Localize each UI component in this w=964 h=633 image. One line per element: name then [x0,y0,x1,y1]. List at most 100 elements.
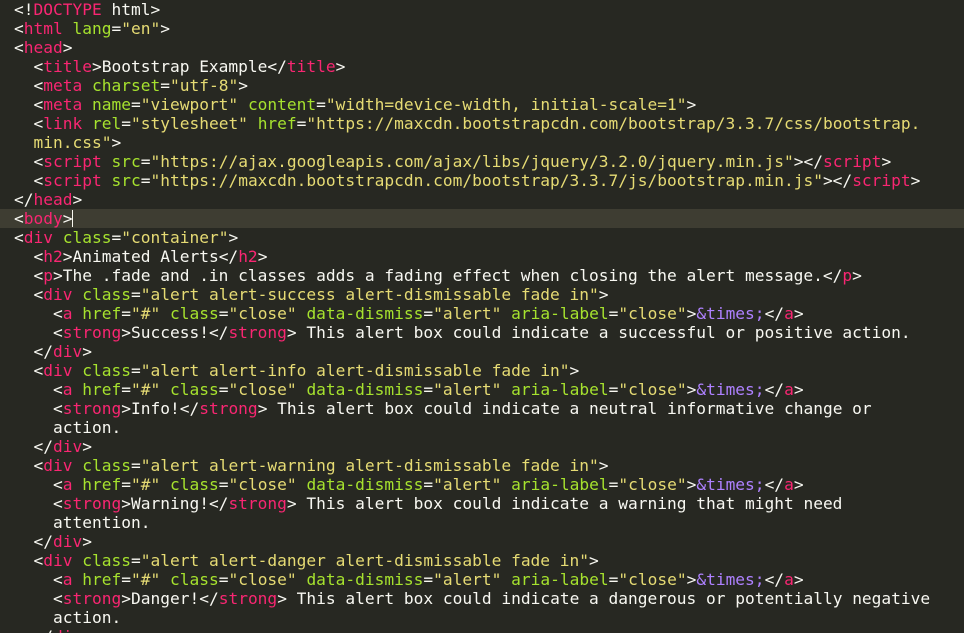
code-line[interactable]: <div class="alert alert-info alert-dismi… [0,361,964,380]
code-line[interactable]: </div> [0,437,964,456]
code-punctuation: > [910,171,921,190]
code-line[interactable]: <meta name="viewport" content="width=dev… [0,95,964,114]
code-punctuation: </ [33,532,54,551]
code-line[interactable]: <meta charset="utf-8"> [0,76,964,95]
code-punctuation: = [160,76,170,95]
code-line[interactable]: <div class="alert alert-danger alert-dis… [0,551,964,570]
code-attribute-name: href [257,114,297,133]
code-line[interactable]: </head> [0,190,964,209]
code-punctuation: </ [218,247,239,266]
code-tag-name: script [43,152,102,171]
code-line[interactable]: <strong>Success!</strong> This alert box… [0,323,964,342]
code-line[interactable]: <strong>Info!</strong> This alert box co… [0,399,964,418]
code-punctuation: > [82,342,92,361]
code-attribute-name: data-dismiss [306,380,424,399]
code-punctuation: </ [208,323,229,342]
code-attribute-name: href [82,304,122,323]
code-line[interactable]: <p>The .fade and .in classes adds a fadi… [0,266,964,285]
text-cursor [72,210,74,227]
code-punctuation: > [881,152,892,171]
code-attribute-name: charset [91,76,161,95]
code-line[interactable]: action. [0,608,964,627]
code-line[interactable]: <a href="#" class="close" data-dismiss="… [0,304,964,323]
code-line[interactable]: <a href="#" class="close" data-dismiss="… [0,380,964,399]
code-punctuation: </ [822,266,843,285]
code-line[interactable]: <div class="alert alert-warning alert-di… [0,456,964,475]
code-punctuation: > [793,380,804,399]
code-line[interactable]: <a href="#" class="close" data-dismiss="… [0,475,964,494]
code-attribute-name: aria-label [511,380,609,399]
code-attribute-name: href [82,570,122,589]
code-line[interactable]: <script src="https://maxcdn.bootstrapcdn… [0,171,964,190]
code-string: "alert alert-info alert-dismissable fade… [140,361,570,380]
code-punctuation: < [14,19,24,38]
code-punctuation: = [608,570,619,589]
code-punctuation: ></ [822,171,853,190]
code-punctuation: < [33,76,44,95]
code-punctuation: </ [14,190,34,209]
code-line[interactable]: <div class="container"> [0,228,964,247]
code-editor[interactable]: <!DOCTYPE html> <html lang="en"> <head> <t… [0,0,964,633]
code-tag-name: link [43,114,83,133]
code-line[interactable]: <script src="https://ajax.googleapis.com… [0,152,964,171]
code-line[interactable]: <title>Bootstrap Example</title> [0,57,964,76]
code-punctuation: = [218,304,229,323]
code-punctuation: > [238,76,248,95]
code-attribute-name: class [62,228,112,247]
code-punctuation: < [33,114,44,133]
code-string: "stylesheet" [130,114,248,133]
code-string: min.css" [14,133,112,152]
code-line[interactable]: <link rel="stylesheet" href="https://max… [0,114,964,133]
code-string: "close" [618,304,687,323]
code-punctuation: > [277,589,287,608]
code-text: Success! [130,323,209,342]
code-line[interactable]: <body> [0,209,964,228]
code-line[interactable]: attention. [0,513,964,532]
code-punctuation: > [686,304,697,323]
code-line[interactable]: <strong>Danger!</strong> This alert box … [0,589,964,608]
code-text: This alert box could indicate a dangerou… [286,589,931,608]
code-punctuation: </ [764,380,785,399]
code-line[interactable]: action. [0,418,964,437]
code-punctuation: > [91,57,102,76]
code-tag-name: strong [218,589,278,608]
code-line[interactable]: min.css"> [0,133,964,152]
code-punctuation: < [52,475,63,494]
code-punctuation: > [111,133,122,152]
code-punctuation: > [121,323,131,342]
code-tag-name: strong [62,323,122,342]
code-string: "https://maxcdn.bootstrapcdn.com/bootstr… [306,114,921,133]
code-line[interactable]: <strong>Warning!</strong> This alert box… [0,494,964,513]
code-line[interactable]: <a href="#" class="close" data-dismiss="… [0,570,964,589]
code-string: "close" [228,380,297,399]
code-line[interactable]: <!DOCTYPE html> [0,0,964,19]
code-punctuation: > [257,399,268,418]
code-attribute-name: class [82,285,131,304]
code-text: Warning! [130,494,209,513]
code-attribute-name: href [82,475,122,494]
code-text: Danger! [130,589,200,608]
code-punctuation: = [130,95,141,114]
code-line[interactable]: <h2>Animated Alerts</h2> [0,247,964,266]
code-line[interactable]: </div> [0,532,964,551]
code-tag-name: strong [199,399,258,418]
code-line[interactable]: <div class="alert alert-success alert-di… [0,285,964,304]
code-line[interactable]: </div> [0,627,964,633]
code-line[interactable]: <head> [0,38,964,57]
code-line[interactable]: <html lang="en"> [0,19,964,38]
code-punctuation: = [423,475,434,494]
code-line[interactable]: </div> [0,342,964,361]
